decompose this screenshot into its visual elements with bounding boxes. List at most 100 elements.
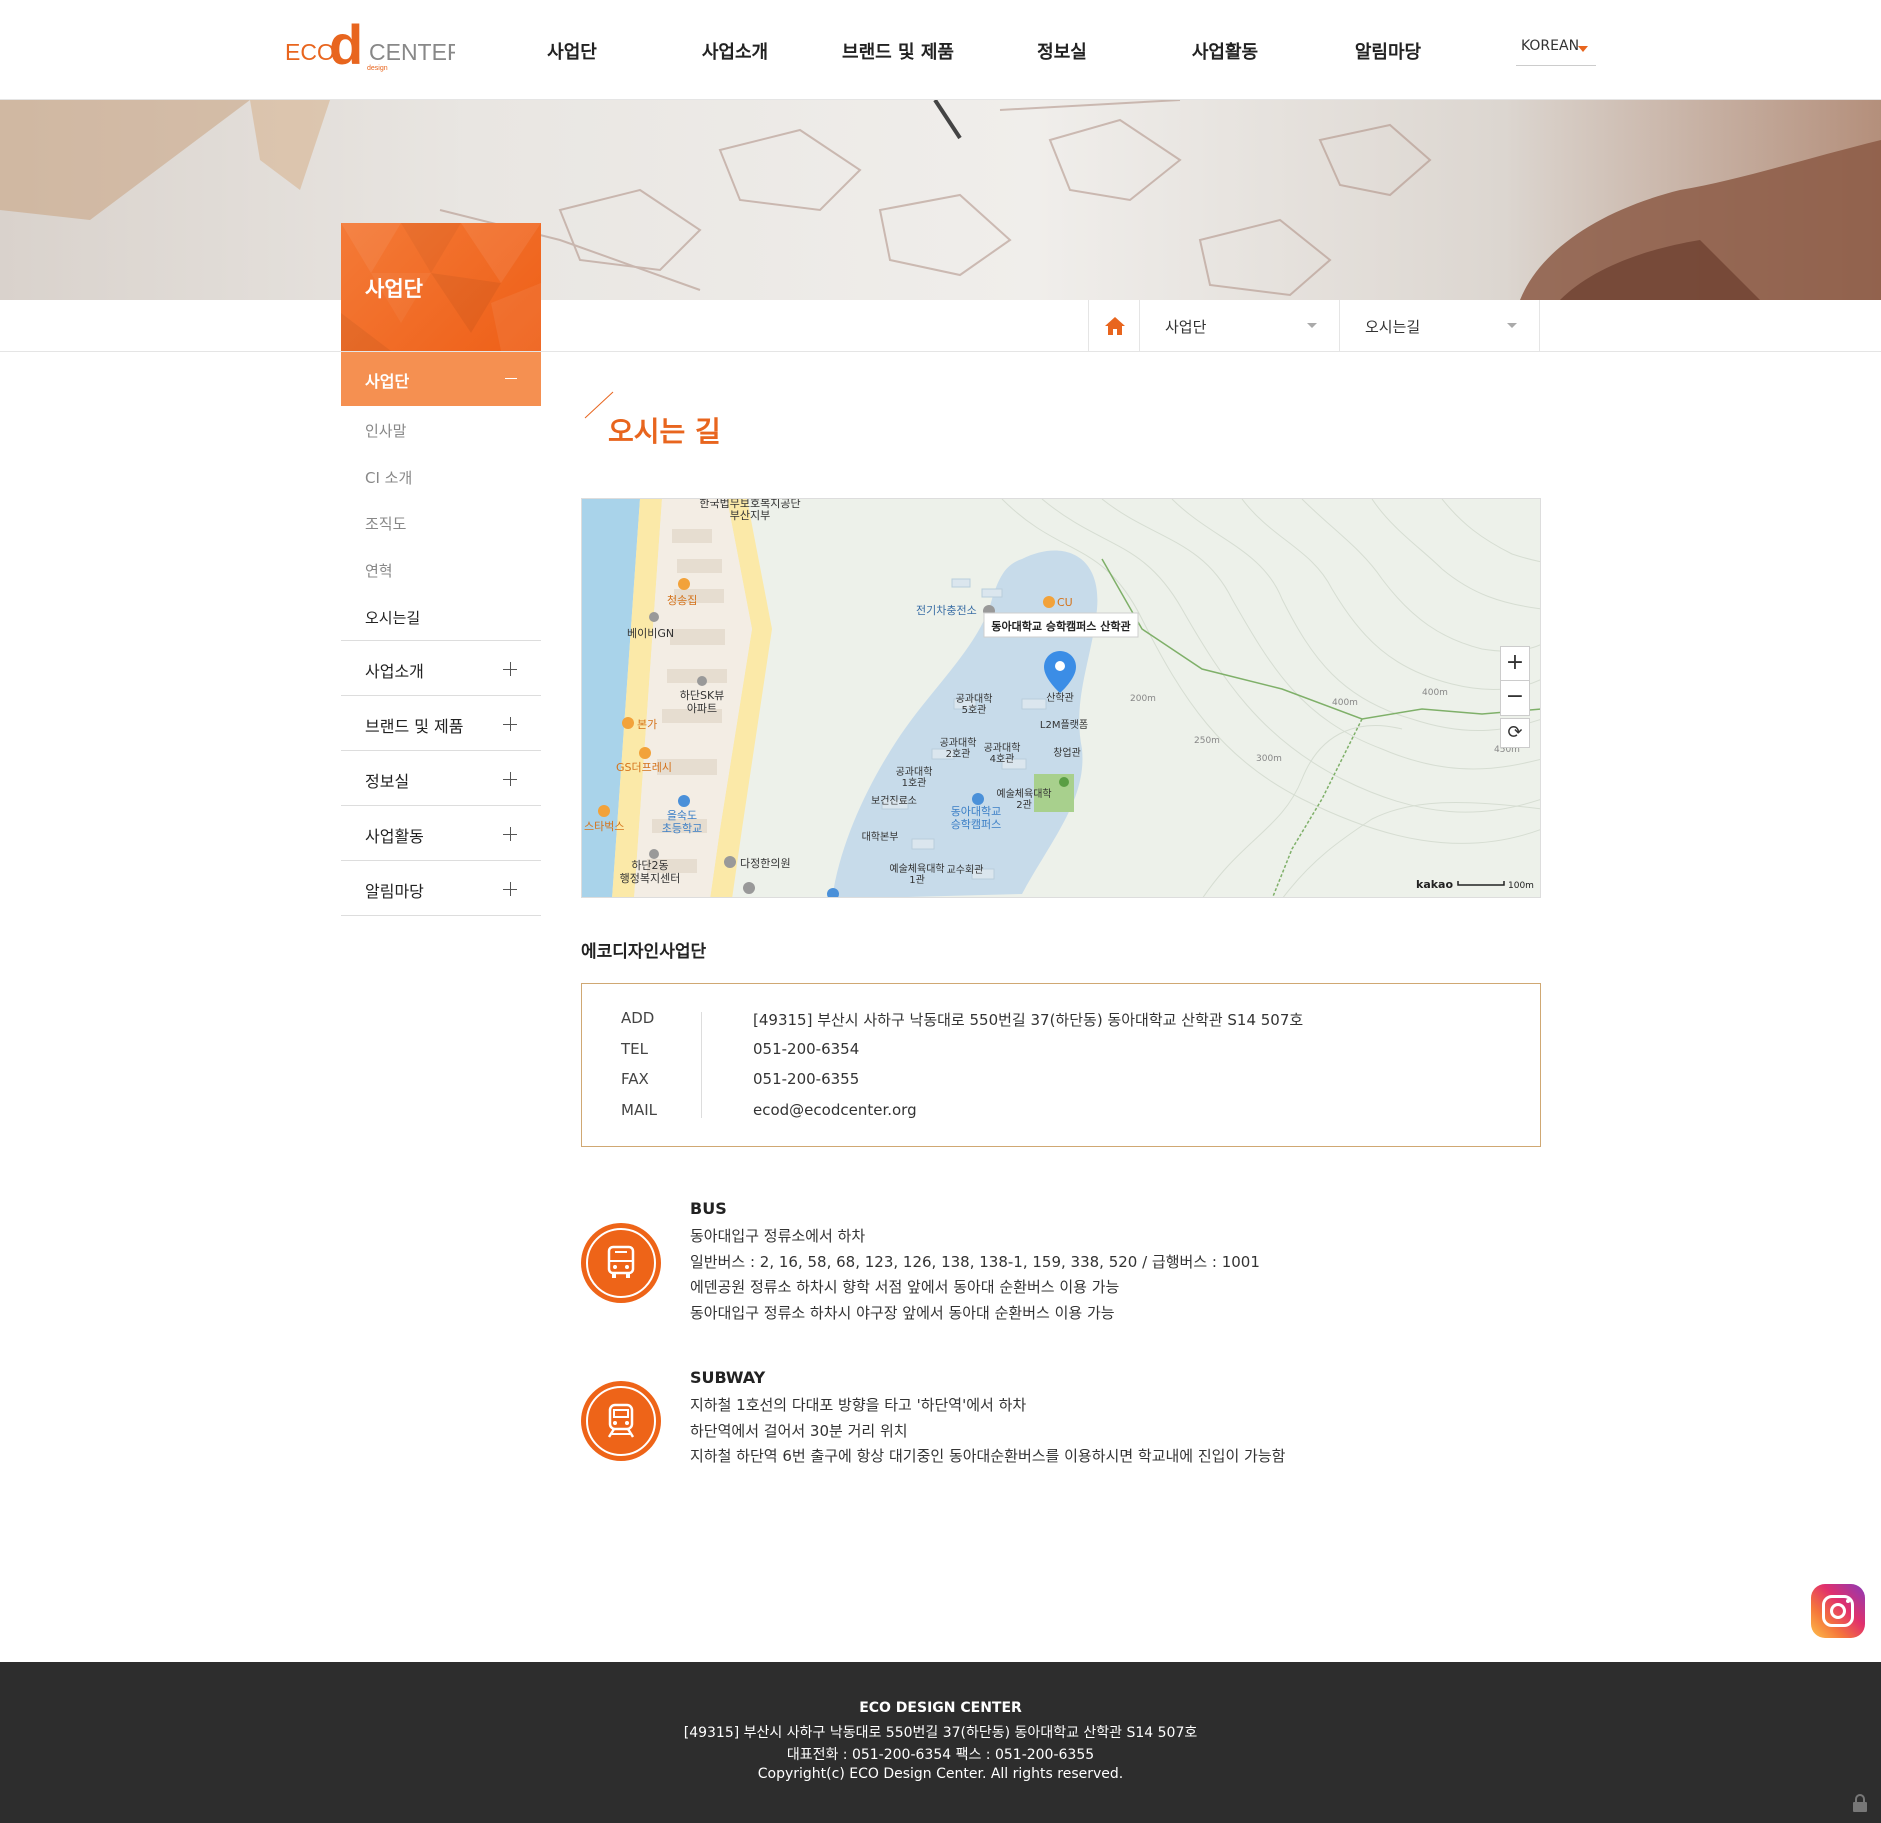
nav-item-business-group[interactable]: 사업단 bbox=[547, 38, 597, 64]
info-key-tel: TEL bbox=[621, 1040, 648, 1058]
svg-text:5호관: 5호관 bbox=[962, 704, 987, 716]
sub-item-ci[interactable]: CI 소개 bbox=[365, 467, 412, 488]
svg-text:공과대학: 공과대학 bbox=[984, 742, 1021, 754]
svg-text:공과대학: 공과대학 bbox=[956, 693, 993, 705]
svg-text:본가: 본가 bbox=[637, 718, 657, 731]
sidebar-title-box: 사업단 bbox=[341, 223, 541, 351]
svg-text:교수회관: 교수회관 bbox=[947, 864, 984, 876]
nav-item-activities[interactable]: 사업활동 bbox=[1192, 38, 1258, 64]
zoom-out-button[interactable]: − bbox=[1501, 681, 1529, 715]
svg-text:승학캠퍼스: 승학캠퍼스 bbox=[951, 818, 1002, 831]
caret-down-icon bbox=[1307, 323, 1317, 328]
footer-address: [49315] 부산시 사하구 낙동대로 550번길 37(하단동) 동아대학교… bbox=[683, 1725, 1198, 1741]
sidebar-item-business-group[interactable]: 사업단 bbox=[341, 351, 541, 406]
svg-text:1관: 1관 bbox=[909, 874, 925, 886]
breadcrumb-dropdown-level2[interactable]: 오시는길 bbox=[1340, 300, 1540, 352]
site-header: ECO d design CENTER 사업단 사업소개 브랜드 및 제품 정보… bbox=[0, 0, 1881, 100]
caret-down-icon bbox=[1578, 46, 1588, 52]
bus-title: BUS bbox=[690, 1199, 727, 1218]
info-value-mail[interactable]: ecod@ecodcenter.org bbox=[753, 1101, 917, 1119]
svg-text:행정복지센터: 행정복지센터 bbox=[620, 872, 681, 885]
svg-text:산학관: 산학관 bbox=[1046, 692, 1074, 704]
svg-text:초등학교: 초등학교 bbox=[662, 822, 702, 835]
svg-text:전기차충전소: 전기차충전소 bbox=[916, 604, 977, 617]
svg-text:창업관: 창업관 bbox=[1053, 746, 1081, 759]
plus-icon bbox=[503, 662, 517, 676]
plus-icon bbox=[503, 772, 517, 786]
nav-item-brand-products[interactable]: 브랜드 및 제품 bbox=[842, 38, 954, 64]
svg-text:400m: 400m bbox=[1332, 698, 1358, 708]
caret-down-icon bbox=[1507, 323, 1517, 328]
sidebar-item-label: 정보실 bbox=[365, 772, 410, 791]
train-icon bbox=[581, 1381, 661, 1461]
location-map[interactable]: 한국법무보호복지공단 부산지부 청송집 베이비GN 하단SK뷰 아파트 본가 G… bbox=[581, 498, 1541, 898]
svg-text:아파트: 아파트 bbox=[687, 702, 717, 715]
svg-text:공과대학: 공과대학 bbox=[896, 766, 933, 778]
svg-text:스타벅스: 스타벅스 bbox=[584, 820, 624, 833]
map-zoom-control: + − bbox=[1500, 646, 1530, 716]
bus-line-2: 일반버스 : 2, 16, 58, 68, 123, 126, 138, 138… bbox=[690, 1253, 1260, 1271]
svg-text:GS더프레시: GS더프레시 bbox=[616, 761, 672, 774]
map-canvas[interactable]: 한국법무보호복지공단 부산지부 청송집 베이비GN 하단SK뷰 아파트 본가 G… bbox=[582, 499, 1541, 898]
svg-text:design: design bbox=[367, 65, 388, 72]
svg-text:대학본부: 대학본부 bbox=[862, 831, 899, 843]
sidebar-item-label: 사업단 bbox=[365, 372, 410, 391]
info-value-fax: 051-200-6355 bbox=[753, 1070, 860, 1088]
instagram-icon[interactable] bbox=[1811, 1584, 1865, 1638]
bus-line-4: 동아대입구 정류소 하차시 야구장 앞에서 동아대 순환버스 이용 가능 bbox=[690, 1304, 1115, 1322]
bus-line-3: 에덴공원 정류소 하차시 향학 서점 앞에서 동아대 순환버스 이용 가능 bbox=[690, 1278, 1120, 1296]
breadcrumb-bottom-line bbox=[0, 351, 1881, 352]
organization-name: 에코디자인사업단 bbox=[581, 942, 707, 962]
sidebar-item-business-intro[interactable]: 사업소개 bbox=[341, 641, 541, 696]
sidebar-item-label: 사업활동 bbox=[365, 827, 424, 846]
svg-text:예술체육대학: 예술체육대학 bbox=[996, 788, 1051, 800]
svg-text:하단2동: 하단2동 bbox=[631, 858, 668, 872]
svg-text:동아대학교: 동아대학교 bbox=[951, 805, 1002, 818]
plus-icon bbox=[503, 882, 517, 896]
sidebar-item-brand-products[interactable]: 브랜드 및 제품 bbox=[341, 696, 541, 751]
svg-text:청송집: 청송집 bbox=[667, 594, 697, 607]
svg-text:예술체육대학: 예술체육대학 bbox=[889, 863, 944, 875]
lock-icon[interactable] bbox=[1852, 1794, 1868, 1812]
svg-text:4호관: 4호관 bbox=[990, 753, 1015, 765]
minus-icon bbox=[505, 378, 517, 379]
breadcrumb-home[interactable] bbox=[1088, 300, 1140, 352]
nav-item-info-room[interactable]: 정보실 bbox=[1037, 38, 1087, 64]
sidebar-item-notice[interactable]: 알림마당 bbox=[341, 861, 541, 916]
svg-text:1호관: 1호관 bbox=[902, 777, 927, 789]
info-key-fax: FAX bbox=[621, 1070, 649, 1088]
footer-company-name: ECO DESIGN CENTER bbox=[859, 1700, 1022, 1716]
home-icon bbox=[1105, 317, 1125, 335]
sketch-banner-image bbox=[0, 100, 1881, 300]
sidebar-item-label: 사업소개 bbox=[365, 662, 424, 681]
svg-text:400m: 400m bbox=[1422, 688, 1448, 698]
sub-item-history[interactable]: 연혁 bbox=[365, 560, 393, 581]
svg-text:CU: CU bbox=[1057, 596, 1073, 609]
breadcrumb-dropdown-level1[interactable]: 사업단 bbox=[1140, 300, 1340, 352]
sub-item-directions[interactable]: 오시는길 bbox=[365, 607, 420, 628]
info-divider bbox=[701, 1012, 702, 1118]
info-key-address: ADD bbox=[621, 1009, 655, 1027]
plus-icon bbox=[503, 717, 517, 731]
sidebar-item-info-room[interactable]: 정보실 bbox=[341, 751, 541, 806]
subway-line-2: 하단역에서 걸어서 30분 거리 위치 bbox=[690, 1422, 908, 1440]
svg-text:을숙도: 을숙도 bbox=[667, 809, 697, 822]
language-label: KOREAN bbox=[1521, 38, 1580, 54]
svg-text:200m: 200m bbox=[1130, 694, 1156, 704]
sidebar-item-activities[interactable]: 사업활동 bbox=[341, 806, 541, 861]
sub-item-greeting[interactable]: 인사말 bbox=[365, 420, 406, 441]
footer-copyright: Copyright(c) ECO Design Center. All righ… bbox=[757, 1766, 1124, 1782]
svg-text:다정한의원: 다정한의원 bbox=[740, 857, 791, 870]
info-value-address: [49315] 부산시 사하구 낙동대로 550번길 37(하단동) 동아대학교… bbox=[753, 1011, 1304, 1029]
svg-text:공과대학: 공과대학 bbox=[940, 737, 977, 749]
breadcrumb-level2-label: 오시는길 bbox=[1365, 318, 1421, 336]
nav-item-notice[interactable]: 알림마당 bbox=[1355, 38, 1421, 64]
language-select[interactable]: KOREAN bbox=[1516, 38, 1596, 66]
svg-text:부산지부: 부산지부 bbox=[730, 509, 770, 522]
nav-item-business-intro[interactable]: 사업소개 bbox=[702, 38, 768, 64]
page-title: 오시는 길 bbox=[608, 415, 721, 448]
zoom-in-button[interactable]: + bbox=[1501, 647, 1529, 681]
map-reset-button[interactable]: ⟳ bbox=[1500, 718, 1530, 748]
svg-text:2관: 2관 bbox=[1016, 799, 1032, 811]
sub-item-organization[interactable]: 조직도 bbox=[365, 513, 406, 534]
